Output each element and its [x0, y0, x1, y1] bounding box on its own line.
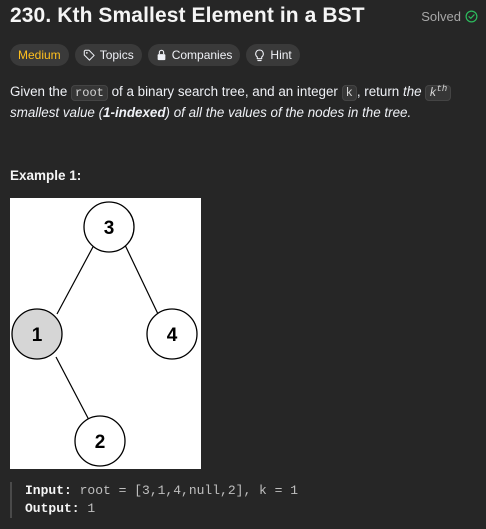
topics-button[interactable]: Topics: [74, 44, 142, 66]
solved-label: Solved: [421, 9, 461, 24]
tree-node: 1: [11, 308, 63, 360]
example-title: Example 1:: [10, 168, 82, 183]
desc-text: Given the: [10, 84, 72, 99]
tree-node-label: 4: [167, 325, 178, 346]
problem-title: 230. Kth Smallest Element in a BST: [10, 4, 365, 27]
input-row: Input: root = [3,1,4,null,2], k = 1: [25, 482, 298, 500]
tree-node: 3: [83, 201, 135, 253]
desc-text: the: [402, 84, 426, 99]
companies-label: Companies: [171, 48, 233, 62]
code-k: k: [341, 85, 357, 101]
code-kth-sup: th: [436, 84, 448, 94]
code-kth-base: k: [429, 86, 437, 100]
check-circle-icon: [465, 10, 478, 23]
difficulty-badge: Medium: [10, 44, 69, 66]
topics-label: Topics: [99, 48, 134, 62]
solved-status: Solved: [421, 9, 478, 24]
desc-text: , return: [356, 84, 403, 99]
tag-icon: [83, 49, 95, 61]
lock-icon: [156, 49, 167, 61]
output-label: Output:: [25, 501, 80, 516]
lightbulb-icon: [254, 48, 265, 62]
desc-text: ) of all the values of the nodes in the …: [165, 105, 412, 120]
desc-text: smallest value (: [10, 105, 104, 120]
tree-node: 4: [146, 308, 198, 360]
hint-label: Hint: [270, 48, 292, 62]
input-label: Input:: [25, 483, 72, 498]
difficulty-label: Medium: [18, 48, 61, 62]
tree-node-label: 1: [32, 325, 43, 346]
tree-node: 2: [74, 415, 126, 467]
input-value: root = [3,1,4,null,2], k = 1: [71, 483, 299, 498]
code-root: root: [71, 85, 108, 101]
example-tree-image: 3 1 4 2: [10, 198, 201, 469]
example-io: Input: root = [3,1,4,null,2], k = 1 Outp…: [10, 482, 298, 518]
tree-node-label: 3: [104, 218, 115, 239]
code-kth: kth: [425, 84, 452, 101]
problem-description: Given the root of a binary search tree, …: [10, 79, 480, 123]
desc-text: of a binary search tree, and an integer: [107, 84, 342, 99]
tag-row: Medium Topics Companies Hint: [10, 44, 300, 66]
output-value: 1: [79, 501, 96, 516]
output-row: Output: 1: [25, 500, 298, 518]
tree-node-label: 2: [95, 432, 106, 453]
companies-button[interactable]: Companies: [147, 44, 241, 66]
desc-bold: 1-indexed: [103, 105, 166, 120]
hint-button[interactable]: Hint: [246, 44, 300, 66]
